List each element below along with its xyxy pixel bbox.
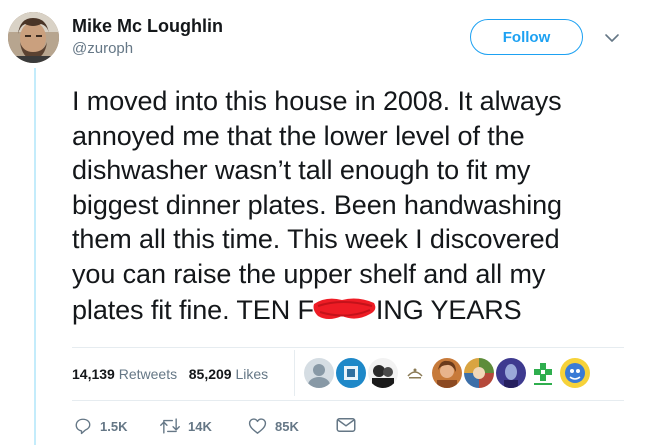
liker-avatar[interactable] (400, 358, 430, 388)
tweet-line: annoyed me that the lower level of the (72, 120, 525, 151)
retweets-stat[interactable]: 14,139 Retweets (72, 366, 177, 382)
reply-count: 1.5K (100, 418, 128, 434)
retweet-count: 14K (188, 418, 212, 434)
liker-avatar[interactable] (528, 358, 558, 388)
engagement-stats: 14,139 Retweets 85,209 Likes (72, 366, 268, 382)
likes-label: Likes (235, 366, 269, 382)
tweet-text: I moved into this house in 2008. It alwa… (72, 84, 637, 328)
author-name[interactable]: Mike Mc Loughlin (72, 16, 223, 37)
liker-avatar[interactable] (304, 358, 334, 388)
tweet-line: them all this time. This week I discover… (72, 224, 560, 254)
follow-button[interactable]: Follow (470, 19, 583, 55)
liker-avatar[interactable] (336, 358, 366, 388)
envelope-icon (336, 418, 356, 432)
thread-line (34, 68, 36, 445)
tweet-line-head: plates fit fine. TEN F (72, 295, 314, 325)
tweet-line-last: plates fit fine. TEN F ING YEARS (72, 291, 637, 328)
divider-top (72, 347, 624, 348)
reply-button[interactable]: 1.5K (74, 417, 127, 435)
tweet-line: biggest dinner plates. Been handwashing (72, 189, 562, 220)
tweet-line: dishwasher wasn’t tall enough to fit my (72, 155, 531, 185)
chevron-down-icon[interactable] (604, 30, 620, 46)
retweet-button[interactable]: 14K (160, 417, 212, 435)
author-avatar[interactable] (8, 12, 59, 63)
tweet-line: you can raise the upper shelf and all my (72, 258, 546, 289)
liker-avatar[interactable] (496, 358, 526, 388)
liker-avatar[interactable] (560, 358, 590, 388)
stats-separator (294, 350, 295, 396)
likes-stat[interactable]: 85,209 Likes (189, 366, 268, 382)
liker-avatar[interactable] (464, 358, 494, 388)
like-count: 85K (275, 418, 299, 434)
tweet-line: I moved into this house in 2008. It alwa… (72, 86, 562, 116)
like-button[interactable]: 85K (248, 417, 299, 435)
author-handle[interactable]: @zuroph (72, 40, 133, 57)
tweet-actions: 1.5K 14K 85K (72, 417, 372, 437)
reply-icon (75, 418, 91, 435)
likes-count: 85,209 (188, 366, 232, 382)
direct-message-button[interactable] (336, 417, 364, 433)
divider-bottom (72, 400, 624, 401)
retweet-icon (160, 418, 180, 434)
liker-avatar[interactable] (368, 358, 398, 388)
retweets-label: Retweets (118, 366, 178, 382)
liker-avatar[interactable] (432, 358, 462, 388)
redaction-scribble (313, 291, 376, 319)
heart-icon (248, 418, 267, 434)
retweets-count: 14,139 (72, 366, 115, 382)
tweet-line-tail: ING YEARS (375, 295, 522, 325)
